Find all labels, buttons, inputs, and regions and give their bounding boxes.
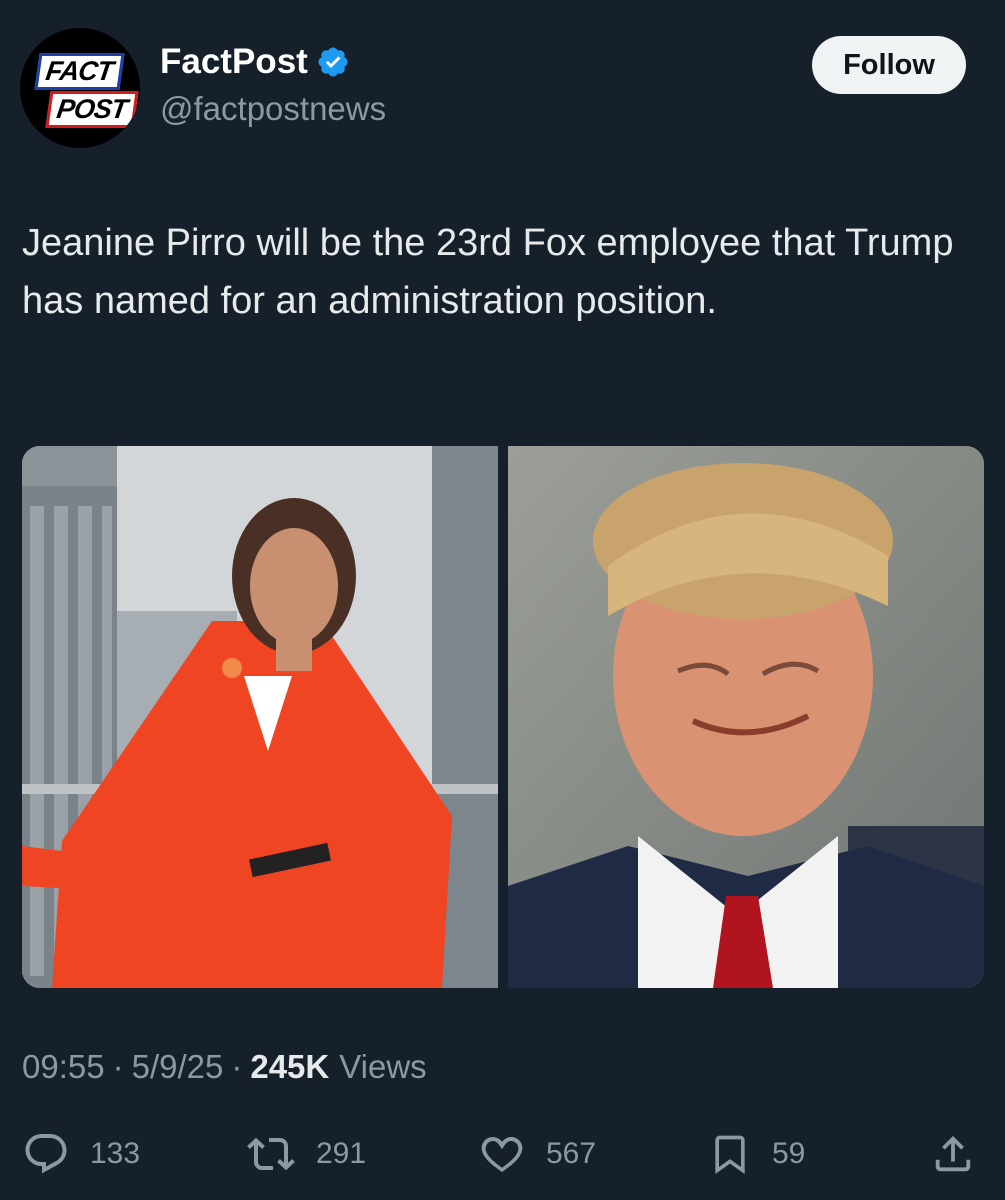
avatar[interactable]: FACT POST [20,28,140,148]
share-button[interactable] [930,1130,976,1178]
share-icon [935,1135,971,1172]
display-name[interactable]: FactPost [160,42,308,82]
author-handle[interactable]: @factpostnews [160,90,386,128]
retweet-count: 291 [316,1137,367,1170]
reply-icon [25,1134,67,1174]
tweet-meta: 09:55 · 5/9/25 · 245K Views [22,1048,427,1086]
retweet-button[interactable]: 291 [246,1130,366,1178]
views-label: Views [339,1048,427,1085]
verified-badge-icon [316,45,350,79]
display-name-row: FactPost [160,40,386,84]
avatar-logo-line-2: POST [45,91,139,128]
follow-button[interactable]: Follow [812,36,966,94]
bookmark-button[interactable]: 59 [708,1130,805,1178]
views-count: 245K [250,1048,330,1085]
media-grid [22,446,984,988]
retweet-icon [247,1137,295,1171]
bookmark-count: 59 [772,1137,806,1170]
tweet-header: FACT POST FactPost @factpostnews Follow [0,0,1005,170]
meta-separator: · [112,1048,124,1085]
photo-man-red-tie[interactable] [508,446,984,988]
author-names: FactPost @factpostnews [160,40,386,128]
heart-icon [481,1137,523,1173]
action-bar: 133 291 567 59 [0,1130,1005,1182]
tweet-time[interactable]: 09:55 [22,1048,105,1086]
tweet-date[interactable]: 5/9/25 [132,1048,224,1086]
photo-woman-orange-suit[interactable] [22,446,498,988]
tweet-text: Jeanine Pirro will be the 23rd Fox emplo… [22,222,954,322]
avatar-logo-line-1: FACT [34,53,125,90]
like-button[interactable]: 567 [478,1130,596,1178]
reply-button[interactable]: 133 [22,1130,140,1178]
meta-separator: · [231,1048,243,1085]
bookmark-icon [715,1135,745,1175]
like-count: 567 [546,1137,597,1170]
reply-count: 133 [90,1137,141,1170]
